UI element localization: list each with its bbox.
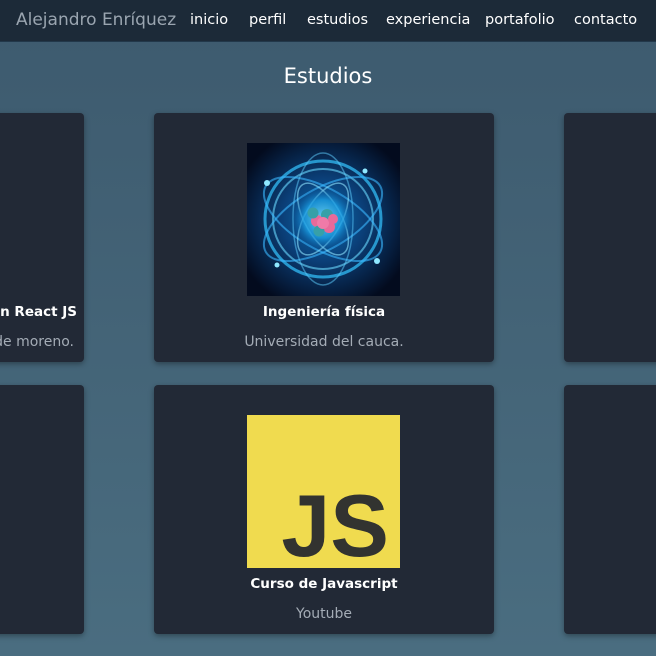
card-subtitle: de moreno. <box>0 334 74 350</box>
nav-link-contacto[interactable]: contacto <box>574 12 637 28</box>
study-card-partial-left[interactable]: con React JS de moreno. <box>0 113 84 362</box>
card-title: Ingeniería física <box>262 304 386 320</box>
section-title: Estudios <box>283 64 373 88</box>
atom-image <box>247 143 400 296</box>
nav-link-portafolio[interactable]: portafolio <box>485 12 555 28</box>
javascript-logo-text: JS <box>281 476 389 568</box>
nav-link-inicio[interactable]: inicio <box>190 12 228 28</box>
card-subtitle: Youtube <box>296 606 352 622</box>
study-card-partial-right-2[interactable] <box>564 385 656 634</box>
top-navbar: Alejandro Enríquez inicio perfil estudio… <box>0 0 656 42</box>
nav-link-estudios[interactable]: estudios <box>307 12 368 28</box>
nav-link-perfil[interactable]: perfil <box>249 12 286 28</box>
brand-name[interactable]: Alejandro Enríquez <box>16 10 176 30</box>
study-card-partial-left-2[interactable] <box>0 385 84 634</box>
card-title: Curso de Javascript <box>250 576 398 592</box>
javascript-logo: JS <box>247 415 400 568</box>
study-card-partial-right[interactable] <box>564 113 656 362</box>
nav-link-experiencia[interactable]: experiencia <box>386 12 470 28</box>
card-title: con React JS <box>0 304 77 320</box>
study-card-javascript[interactable]: JS Curso de Javascript Youtube <box>154 385 494 634</box>
card-subtitle: Universidad del cauca. <box>244 334 404 350</box>
study-card-physics[interactable]: Ingeniería física Universidad del cauca. <box>154 113 494 362</box>
